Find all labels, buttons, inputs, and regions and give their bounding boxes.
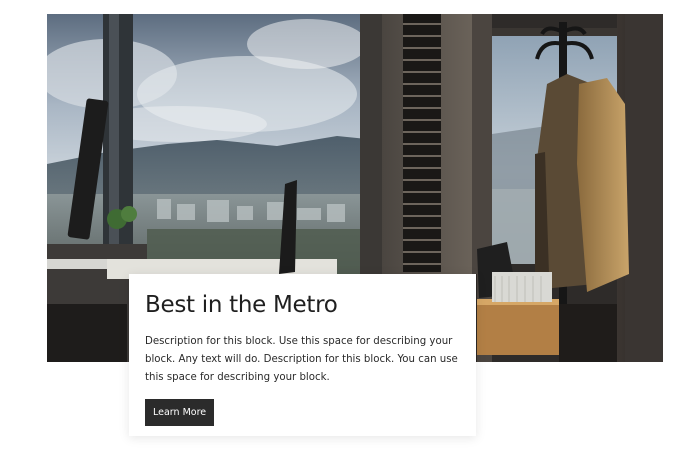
card-description: Description for this block. Use this spa… xyxy=(145,336,458,383)
card-title: Best in the Metro xyxy=(145,292,338,318)
learn-more-button[interactable]: Learn More xyxy=(145,399,215,426)
page: Best in the Metro Description for this b… xyxy=(0,0,700,454)
feature-card: Best in the Metro Description for this b… xyxy=(129,274,476,436)
